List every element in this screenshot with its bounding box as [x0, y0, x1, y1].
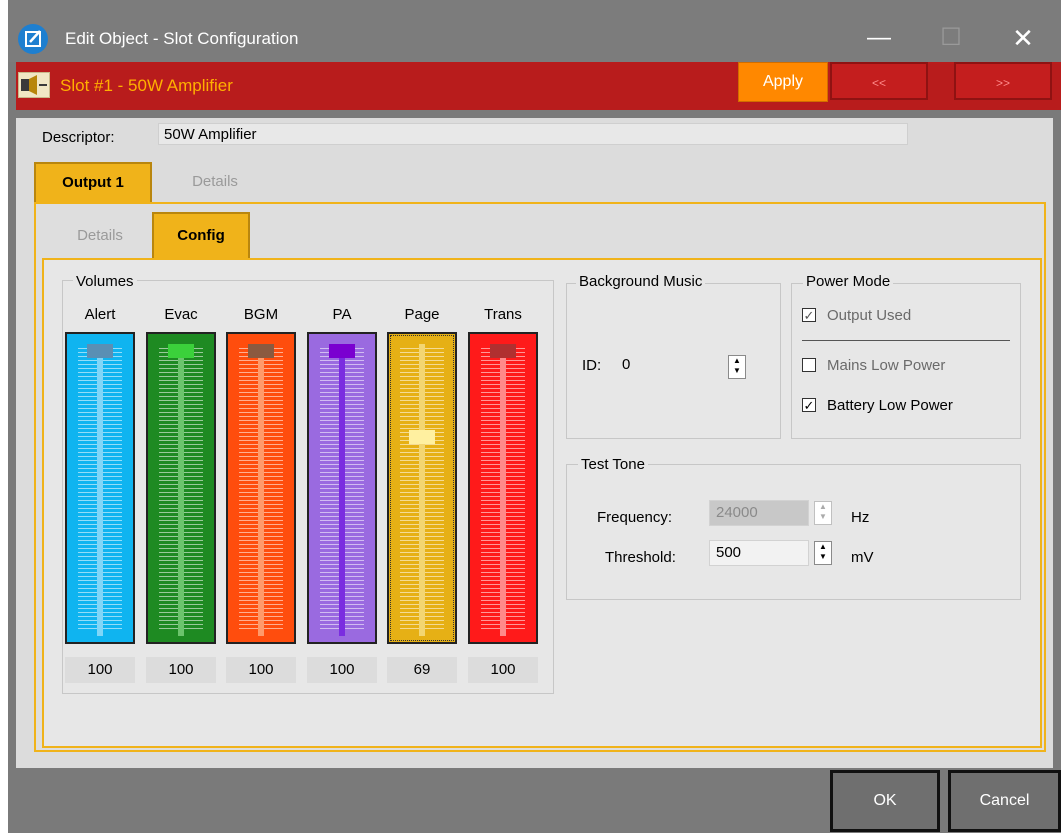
slider-thumb-alert[interactable]: [87, 344, 113, 358]
bgm-id-spinner[interactable]: ▲ ▼: [728, 355, 746, 379]
volumes-title: Volumes: [73, 273, 137, 290]
slider-track: [500, 344, 506, 636]
slider-thumb-bgm[interactable]: [248, 344, 274, 358]
slider-thumb-evac[interactable]: [168, 344, 194, 358]
power-mode-divider: [802, 340, 1010, 341]
previous-slot-button[interactable]: <<: [830, 62, 928, 100]
frequency-unit: Hz: [851, 509, 870, 526]
background-music-title: Background Music: [576, 273, 706, 290]
volume-slider-evac[interactable]: [146, 332, 216, 644]
tab-details[interactable]: Details: [160, 162, 270, 202]
test-tone-title: Test Tone: [578, 456, 648, 473]
volume-label-alert: Alert: [84, 306, 116, 323]
volume-value-bgm: 100: [226, 657, 296, 683]
slider-thumb-pa[interactable]: [329, 344, 355, 358]
title-bar: Edit Object - Slot Configuration — ☐ ✕: [8, 0, 1061, 62]
volume-value-trans: 100: [468, 657, 538, 683]
tab-output-details[interactable]: Details: [52, 214, 148, 258]
bgm-id-input[interactable]: 0: [616, 353, 726, 379]
main-panel: Descriptor: 50W Amplifier Output 1 Detai…: [16, 118, 1053, 768]
minimize-button[interactable]: —: [856, 20, 902, 56]
dialog-window: Edit Object - Slot Configuration — ☐ ✕ S…: [8, 0, 1061, 833]
volume-slider-alert[interactable]: [65, 332, 135, 644]
slider-track: [97, 344, 103, 636]
slider-track: [178, 344, 184, 636]
test-tone-group: [566, 464, 1021, 600]
cancel-button[interactable]: Cancel: [948, 770, 1061, 832]
apply-button[interactable]: Apply: [738, 62, 828, 102]
mains-low-power-checkbox[interactable]: [802, 358, 816, 372]
descriptor-input[interactable]: 50W Amplifier: [158, 123, 908, 145]
next-slot-button[interactable]: >>: [954, 62, 1052, 100]
volume-value-alert: 100: [65, 657, 135, 683]
slider-track: [258, 344, 264, 636]
volume-value-evac: 100: [146, 657, 216, 683]
slider-thumb-page[interactable]: [409, 430, 435, 445]
volume-label-evac: Evac: [164, 306, 198, 323]
volume-value-pa: 100: [307, 657, 377, 683]
volume-label-bgm: BGM: [243, 306, 279, 323]
volume-label-trans: Trans: [484, 306, 522, 323]
frequency-input[interactable]: 24000: [709, 500, 809, 526]
tab-config[interactable]: Config: [152, 212, 250, 258]
volume-slider-pa[interactable]: [307, 332, 377, 644]
volume-value-page: 69: [387, 657, 457, 683]
tab-output-1[interactable]: Output 1: [34, 162, 152, 202]
output-used-label: Output Used: [827, 307, 912, 324]
frequency-spinner[interactable]: ▲ ▼: [814, 501, 832, 525]
volume-slider-trans[interactable]: [468, 332, 538, 644]
battery-low-power-checkbox[interactable]: ✓: [802, 398, 816, 412]
bgm-id-label: ID:: [582, 357, 602, 374]
maximize-button[interactable]: ☐: [928, 20, 974, 56]
window-title: Edit Object - Slot Configuration: [65, 29, 299, 48]
ok-button[interactable]: OK: [830, 770, 940, 832]
output-used-checkbox[interactable]: ✓: [802, 308, 816, 322]
threshold-input[interactable]: 500: [709, 540, 809, 566]
volume-label-page: Page: [404, 306, 440, 323]
slider-thumb-trans[interactable]: [490, 344, 516, 358]
slider-track: [339, 344, 345, 636]
frequency-label: Frequency:: [597, 509, 673, 526]
slider-track: [419, 344, 425, 636]
close-button[interactable]: ✕: [1000, 20, 1046, 56]
volume-slider-bgm[interactable]: [226, 332, 296, 644]
threshold-unit: mV: [851, 549, 874, 566]
threshold-spinner[interactable]: ▲ ▼: [814, 541, 832, 565]
volume-slider-page[interactable]: [387, 332, 457, 644]
threshold-label: Threshold:: [605, 549, 676, 566]
volume-label-pa: PA: [332, 306, 352, 323]
slot-header: Slot #1 - 50W Amplifier Apply << >>: [16, 62, 1061, 110]
amplifier-50-icon: [18, 72, 50, 98]
battery-low-power-label: Battery Low Power: [827, 397, 953, 414]
power-mode-title: Power Mode: [803, 273, 894, 290]
descriptor-label: Descriptor:: [42, 129, 115, 146]
mains-low-power-label: Mains Low Power: [827, 357, 946, 374]
edit-icon: [18, 24, 48, 54]
slot-title: Slot #1 - 50W Amplifier: [60, 76, 233, 95]
